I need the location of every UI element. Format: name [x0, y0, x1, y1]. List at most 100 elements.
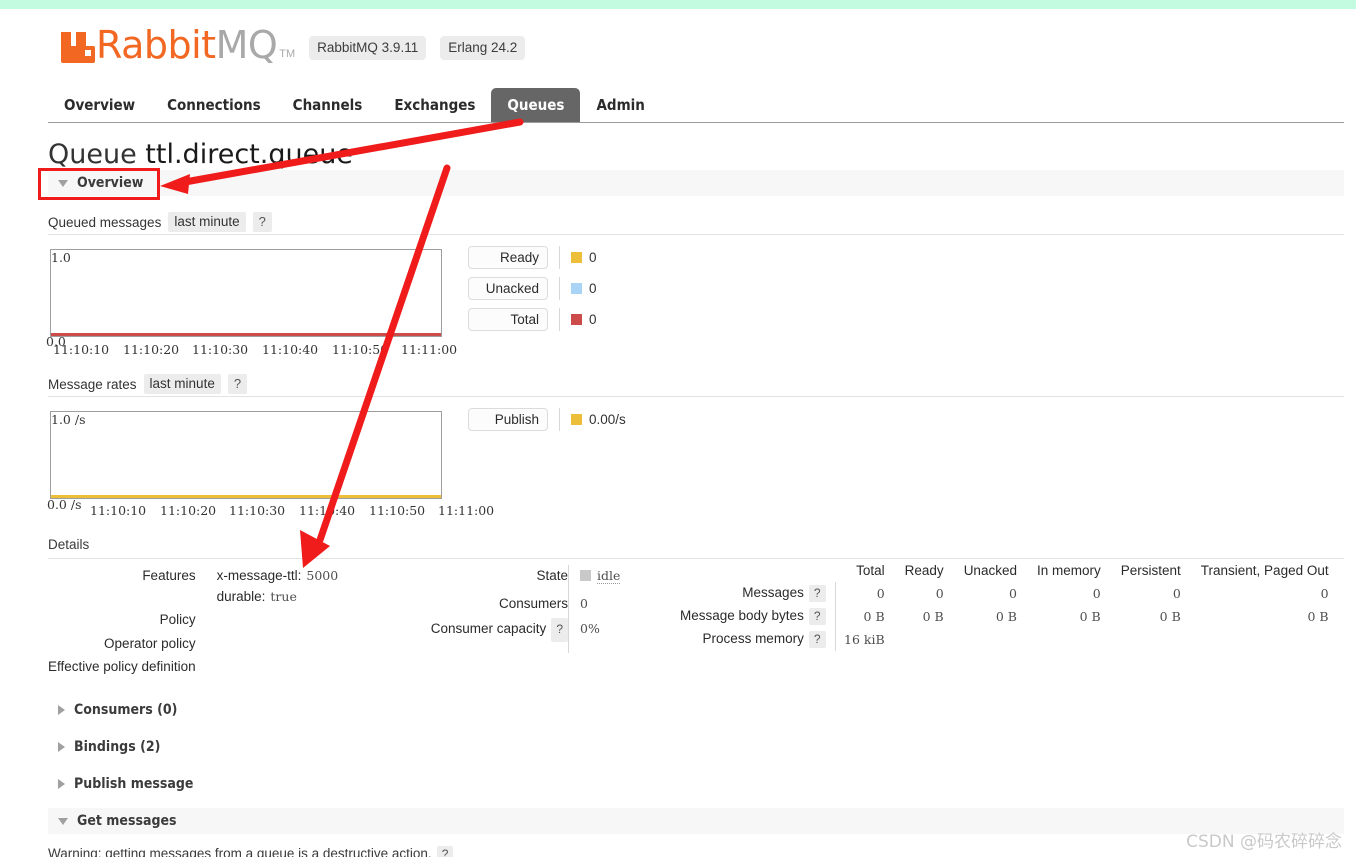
logo-text-mq: MQ	[215, 23, 278, 67]
section-label-bindings: Bindings (2)	[74, 739, 161, 755]
legend-row-publish: Publish 0.00/s	[468, 408, 626, 431]
body-bytes-ready-value: 0 B	[922, 609, 944, 624]
process-memory-help-icon[interactable]: ?	[808, 631, 826, 648]
message-rates-publish-series	[51, 495, 441, 498]
section-label-overview: Overview	[77, 175, 144, 191]
erlang-version-badge: Erlang 24.2	[440, 36, 526, 60]
section-header-publish-message[interactable]: Publish message	[48, 771, 1344, 797]
legend-button-total[interactable]: Total	[468, 308, 548, 331]
legend-value-ready: 0	[589, 250, 597, 265]
queued-messages-total-series	[51, 333, 441, 336]
details-features-values: x-message-ttl: 5000 durable: true	[206, 565, 341, 678]
messages-in-memory-value: 0	[1092, 586, 1101, 601]
legend-value-publish: 0.00/s	[589, 412, 626, 427]
nav-tab-admin[interactable]: Admin	[580, 88, 660, 122]
messages-col-total: Total	[856, 563, 885, 578]
details-key-operator-policy: Operator policy	[104, 636, 196, 651]
queued-messages-x-tick-5: 11:11:00	[401, 342, 458, 357]
state-indicator-icon	[580, 570, 591, 581]
messages-row-label-messages: Messages?	[680, 582, 835, 605]
section-label-publish-message: Publish message	[74, 776, 194, 792]
section-header-bindings[interactable]: Bindings (2)	[48, 734, 1344, 760]
details-divider	[48, 558, 1344, 559]
section-label-consumers: Consumers (0)	[74, 702, 178, 718]
process-memory-value: 16 kiB	[844, 632, 885, 647]
chevron-down-icon	[58, 817, 68, 825]
page-title: Queue ttl.direct.queue	[48, 139, 353, 170]
rabbitmq-version-badge: RabbitMQ 3.9.11	[309, 36, 427, 60]
message-rates-y-min-label: 0.0 /s	[47, 497, 82, 512]
body-bytes-unacked-value: 0 B	[995, 609, 1017, 624]
section-header-overview[interactable]: Overview	[48, 170, 1344, 196]
legend-separator	[559, 408, 560, 431]
consumer-capacity-help-icon[interactable]: ?	[551, 618, 568, 642]
section-header-get-messages[interactable]: Get messages	[48, 808, 1344, 834]
section-header-consumers[interactable]: Consumers (0)	[48, 697, 1344, 723]
body-bytes-transient-value: 0 B	[1307, 609, 1329, 624]
queued-messages-x-tick-1: 11:10:20	[123, 342, 180, 357]
feature-name-durable: durable:	[216, 589, 266, 604]
chevron-right-icon	[58, 742, 65, 752]
message-rates-period-selector[interactable]: last minute	[143, 374, 221, 394]
page-title-prefix: Queue	[48, 139, 137, 170]
nav-tab-connections[interactable]: Connections	[151, 88, 277, 122]
messages-col-in-memory: In memory	[1036, 563, 1101, 578]
details-key-features: Features	[142, 568, 196, 583]
message-rates-x-tick-1: 11:10:20	[160, 503, 217, 518]
messages-help-icon[interactable]: ?	[808, 585, 826, 602]
legend-row-ready: Ready 0	[468, 246, 597, 269]
message-rates-x-tick-2: 11:10:30	[229, 503, 286, 518]
queued-messages-plot	[50, 249, 442, 337]
nav-tab-exchanges[interactable]: Exchanges	[378, 88, 491, 122]
get-messages-help-icon[interactable]: ?	[436, 846, 454, 857]
legend-separator	[559, 277, 560, 300]
message-rates-plot	[50, 411, 442, 499]
legend-button-unacked[interactable]: Unacked	[468, 277, 548, 300]
details-key-consumer-capacity: Consumer capacity?	[400, 618, 568, 642]
top-accent-strip	[0, 0, 1356, 9]
message-rates-title: Message rates	[48, 376, 137, 392]
message-rates-help-icon[interactable]: ?	[227, 374, 248, 394]
message-rates-x-tick-3: 11:10:40	[299, 503, 356, 518]
queued-messages-x-tick-4: 11:10:50	[332, 342, 389, 357]
queued-messages-period-selector[interactable]: last minute	[168, 212, 246, 232]
legend-swatch-total	[571, 314, 582, 325]
body-bytes-total-value: 0 B	[863, 609, 885, 624]
details-state-keys: State Consumers Consumer capacity?	[400, 565, 568, 653]
feature-value-x-message-ttl: 5000	[306, 568, 339, 583]
legend-row-unacked: Unacked 0	[468, 277, 597, 300]
queued-messages-title: Queued messages	[48, 214, 162, 230]
nav-tab-channels[interactable]: Channels	[277, 88, 379, 122]
page-title-queue-name: ttl.direct.queue	[145, 139, 353, 170]
table-row: Message body bytes? 0 B 0 B 0 B 0 B 0 B …	[680, 605, 1329, 628]
details-features-block: Features Policy Operator policy Effectiv…	[48, 565, 338, 678]
queued-messages-x-tick-0: 11:10:10	[53, 342, 110, 357]
chevron-right-icon	[58, 779, 65, 789]
queued-messages-help-icon[interactable]: ?	[252, 212, 272, 232]
state-badge: idle	[580, 565, 621, 593]
get-messages-warning-text: Warning: getting messages from a queue i…	[48, 846, 432, 857]
chevron-right-icon	[58, 705, 65, 715]
nav-tab-overview[interactable]: Overview	[48, 88, 151, 122]
messages-row-label-process-memory: Process memory?	[680, 628, 835, 651]
rabbitmq-logo-icon	[61, 32, 95, 63]
queued-messages-x-tick-3: 11:10:40	[262, 342, 319, 357]
legend-swatch-ready	[571, 252, 582, 263]
legend-button-ready[interactable]: Ready	[468, 246, 548, 269]
details-label: Details	[48, 537, 90, 552]
table-row: Process memory? 16 kiB	[680, 628, 1329, 651]
message-rates-x-tick-0: 11:10:10	[90, 503, 147, 518]
rabbitmq-logo[interactable]: Rabbit MQ TM	[58, 26, 295, 64]
message-body-bytes-help-icon[interactable]: ?	[808, 608, 826, 625]
legend-value-unacked: 0	[589, 281, 597, 296]
body-bytes-in-memory-value: 0 B	[1079, 609, 1101, 624]
messages-total-value: 0	[876, 586, 885, 601]
legend-button-publish[interactable]: Publish	[468, 408, 548, 431]
chevron-down-icon	[58, 179, 68, 187]
feature-row-durable: durable: true	[217, 586, 341, 607]
messages-stats-table: Total Ready Unacked In memory Persistent…	[680, 563, 1329, 651]
nav-tab-queues[interactable]: Queues	[491, 88, 581, 122]
details-key-state: State	[536, 568, 568, 583]
details-state-block: State Consumers Consumer capacity? idle …	[400, 565, 621, 653]
queued-messages-divider	[48, 234, 1344, 235]
